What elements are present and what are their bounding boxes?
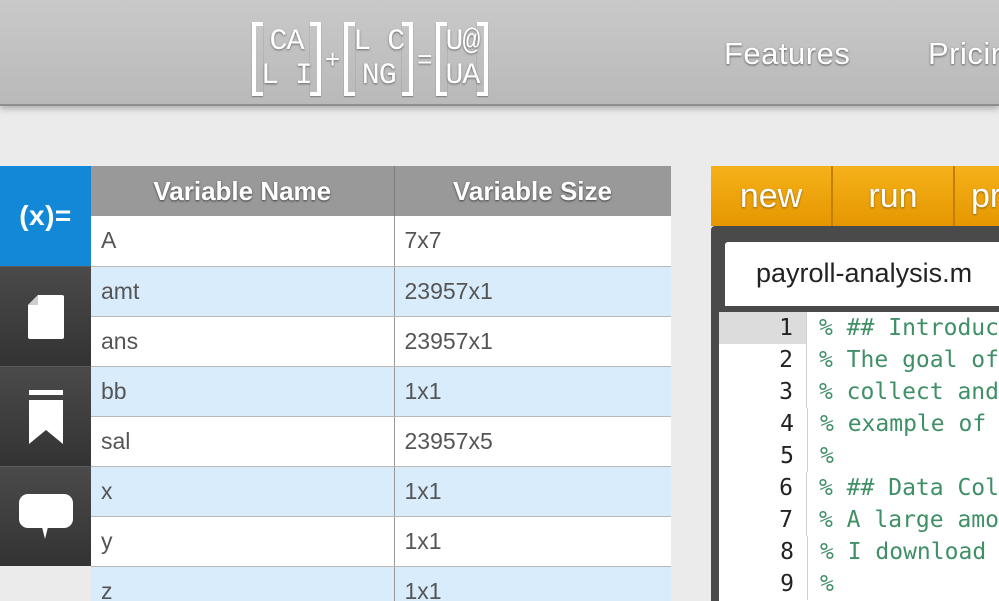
table-row[interactable]: sal 23957x5 [91, 416, 671, 467]
code-text: % I download [807, 536, 986, 568]
variable-name-cell: A [91, 216, 395, 267]
sidebar-item-variables[interactable]: (x)= [0, 166, 91, 266]
logo-text: NG [361, 59, 397, 93]
logo-plus: + [325, 43, 341, 74]
line-number: 3 [779, 379, 793, 405]
editor-panel: new run pr payroll-analysis.m 1 % ## Int… [711, 166, 999, 601]
nav-pricing-link[interactable]: Pricin [928, 36, 999, 72]
logo-text: UA [445, 59, 480, 93]
variable-size-cell: 23957x1 [394, 316, 671, 367]
variable-name-cell: z [91, 566, 395, 601]
variable-size-cell: 23957x1 [394, 266, 671, 317]
variable-size-cell: 1x1 [394, 466, 671, 517]
top-header: CA L I + L C NG = U@ UA Features Pricin [0, 0, 999, 106]
sidebar-item-bookmarks[interactable] [0, 366, 91, 466]
code-text: % collect and [805, 376, 999, 408]
code-text: % [807, 568, 834, 600]
logo-text: CA [269, 25, 305, 59]
column-header-variable-name[interactable]: Variable Name [91, 166, 395, 216]
editor-toolbar: new run pr [711, 166, 999, 226]
table-row[interactable]: y 1x1 [91, 516, 671, 567]
code-text: % [807, 440, 834, 472]
variables-icon: (x)= [19, 200, 72, 231]
table-row[interactable]: amt 23957x1 [91, 266, 671, 317]
line-number: 5 [780, 443, 794, 469]
logo[interactable]: CA L I + L C NG = U@ UA [252, 22, 489, 96]
sidebar-item-chat[interactable] [0, 466, 91, 566]
publish-button[interactable]: pr [955, 166, 999, 226]
chat-bubble-icon [18, 493, 73, 539]
table-row[interactable]: x 1x1 [91, 466, 671, 517]
logo-text: L I [261, 59, 313, 93]
logo-text: L C [353, 25, 405, 59]
line-number: 9 [780, 571, 794, 597]
code-editor[interactable]: 1 % ## Introduc 2 % The goal of 3 % coll… [719, 312, 999, 601]
sidebar-item-files[interactable] [0, 266, 91, 366]
variable-size-cell: 1x1 [394, 566, 671, 601]
variable-size-cell: 7x7 [394, 216, 671, 267]
code-line: 7 % A large amo [719, 504, 999, 536]
table-row[interactable]: A 7x7 [91, 216, 671, 267]
variable-name-cell: ans [91, 316, 395, 367]
line-number: 7 [779, 507, 793, 533]
bookmark-icon [28, 389, 63, 444]
variable-size-cell: 23957x5 [394, 416, 671, 467]
logo-matrix-1: CA L I [252, 22, 322, 96]
code-text: % A large amo [805, 504, 999, 536]
run-button[interactable]: run [833, 166, 955, 226]
table-row[interactable]: bb 1x1 [91, 366, 671, 417]
line-number: 2 [779, 347, 793, 373]
code-line: 3 % collect and [719, 376, 999, 408]
table-row[interactable]: ans 23957x1 [91, 316, 671, 367]
column-header-variable-size[interactable]: Variable Size [394, 166, 671, 216]
left-sidebar: (x)= [0, 166, 91, 601]
file-icon [27, 294, 64, 339]
variable-name-cell: sal [91, 416, 395, 467]
variables-table: Variable Name Variable Size A 7x7 amt 23… [91, 166, 671, 601]
code-line: 8 % I download [719, 536, 999, 568]
editor-frame: payroll-analysis.m 1 % ## Introduc 2 % T… [711, 226, 999, 601]
code-line: 1 % ## Introduc [719, 312, 999, 344]
code-text: % ## Data Col [805, 472, 999, 504]
variable-size-cell: 1x1 [394, 516, 671, 567]
logo-matrix-3: U@ UA [436, 22, 489, 96]
code-line: 2 % The goal of [719, 344, 999, 376]
new-button[interactable]: new [711, 166, 833, 226]
variable-name-cell: bb [91, 366, 395, 417]
file-tab[interactable]: payroll-analysis.m [725, 242, 999, 306]
variable-name-cell: y [91, 516, 395, 567]
code-text: % example of [807, 408, 986, 440]
line-number: 4 [780, 411, 794, 437]
logo-matrix-2: L C NG [344, 22, 414, 96]
line-number: 1 [719, 312, 806, 344]
line-number: 8 [780, 539, 794, 565]
code-line: 4 % example of [719, 408, 999, 440]
code-line: 6 % ## Data Col [719, 472, 999, 504]
table-header-row: Variable Name Variable Size [91, 166, 671, 216]
table-row[interactable]: z 1x1 [91, 566, 671, 601]
code-line: 9 % [719, 568, 999, 600]
code-text: % The goal of [805, 344, 999, 376]
code-line: 5 % [719, 440, 999, 472]
code-text: % ## Introduc [805, 312, 999, 344]
logo-text: U@ [445, 25, 480, 59]
variable-name-cell: x [91, 466, 395, 517]
variable-size-cell: 1x1 [394, 366, 671, 417]
variable-name-cell: amt [91, 266, 395, 317]
logo-equals: = [417, 43, 433, 74]
nav-features-link[interactable]: Features [724, 36, 850, 72]
line-number: 6 [779, 475, 793, 501]
